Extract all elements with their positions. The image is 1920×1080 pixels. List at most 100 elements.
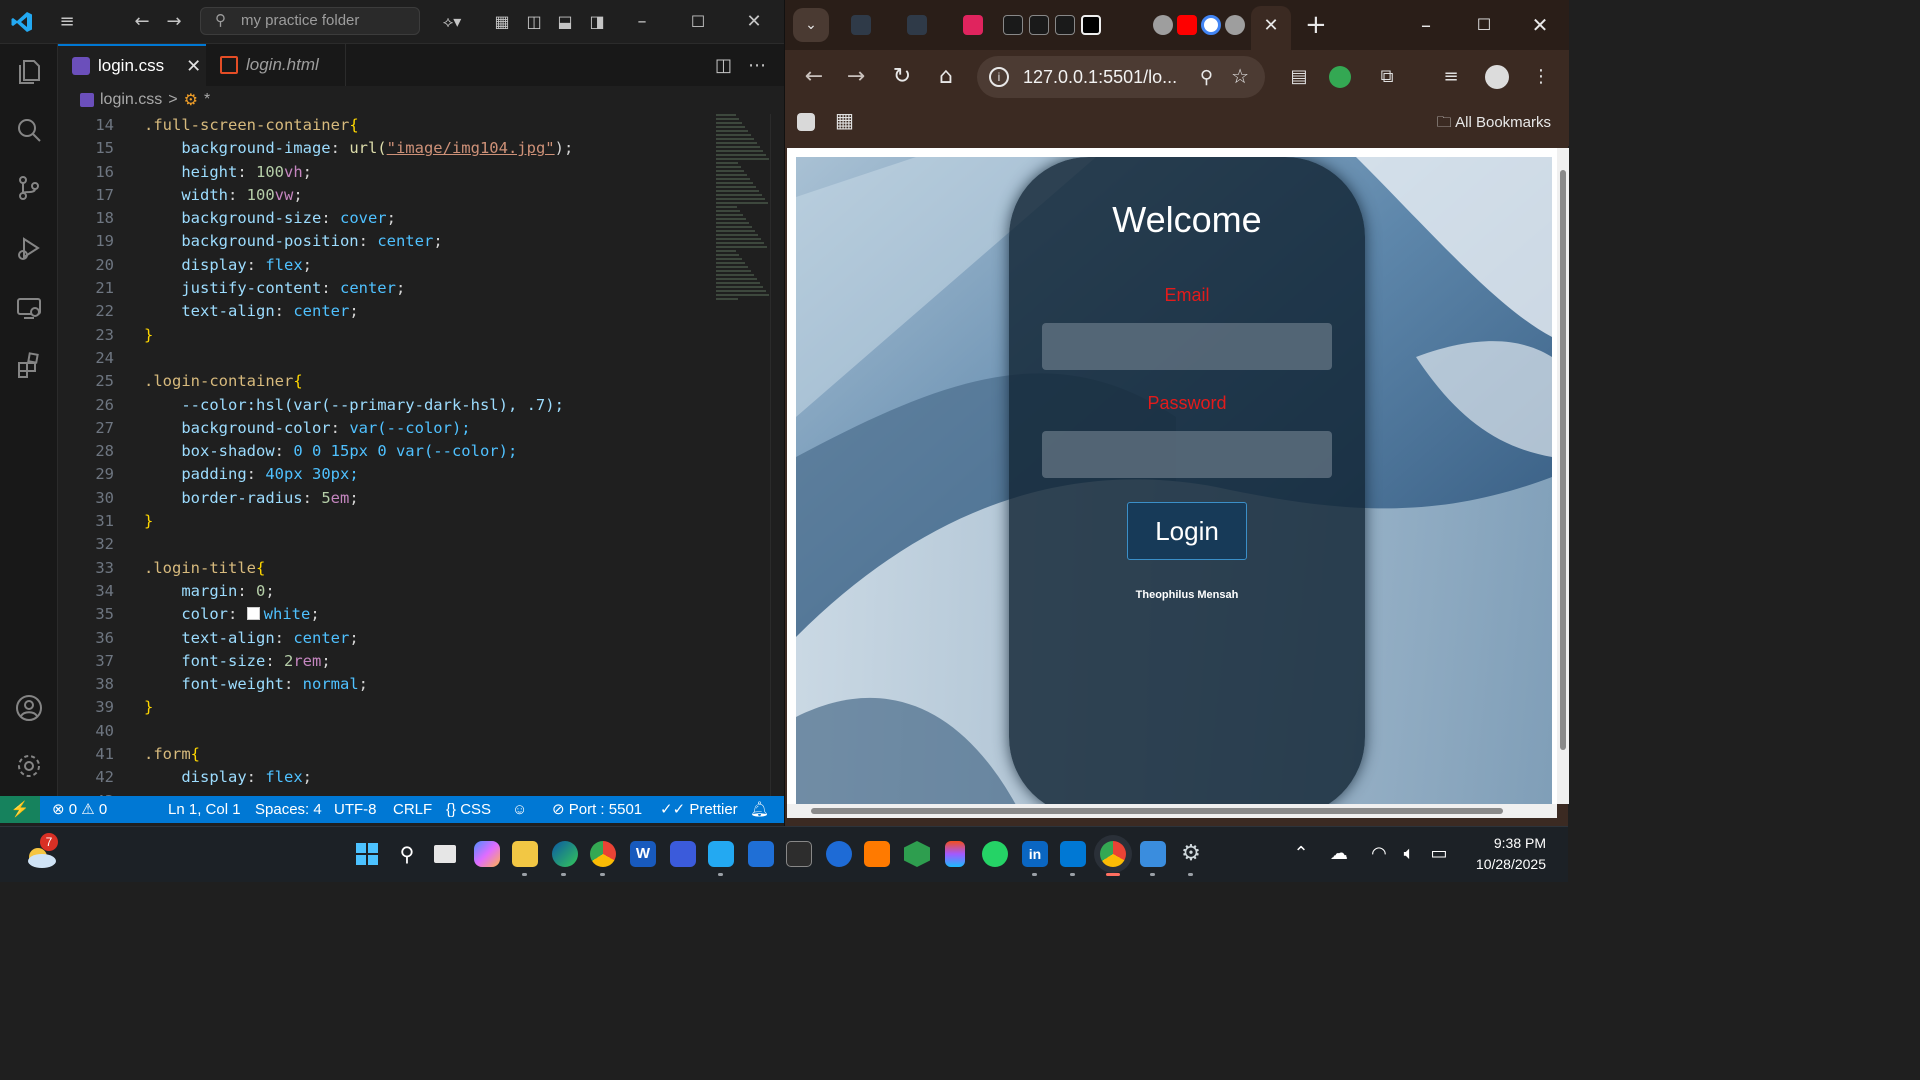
code-line[interactable]: box-shadow: 0 0 15px 0 var(--color); bbox=[144, 440, 573, 463]
task-view-icon[interactable] bbox=[434, 845, 456, 863]
copilot-status-icon[interactable]: ☺ bbox=[512, 796, 527, 823]
page-horizontal-scrollbar[interactable] bbox=[787, 804, 1557, 818]
app-icon[interactable] bbox=[1060, 841, 1086, 867]
tab-groups-icon[interactable] bbox=[797, 113, 815, 131]
code-line[interactable] bbox=[144, 347, 573, 370]
app-icon[interactable] bbox=[826, 841, 852, 867]
code-line[interactable]: font-size: 2rem; bbox=[144, 650, 573, 673]
remote-explorer-icon[interactable] bbox=[0, 284, 58, 332]
volume-icon[interactable]: 🔈︎ bbox=[1396, 841, 1422, 867]
maximize-icon[interactable]: ☐ bbox=[1469, 10, 1499, 40]
code-line[interactable]: background-size: cover; bbox=[144, 207, 573, 230]
google-tab-icon[interactable] bbox=[1201, 15, 1221, 35]
sublime-icon[interactable] bbox=[864, 841, 890, 867]
code-line[interactable]: .form{ bbox=[144, 743, 573, 766]
tab-favicon[interactable] bbox=[1029, 15, 1049, 35]
tab-favicon[interactable] bbox=[907, 15, 927, 35]
youtube-tab-icon[interactable] bbox=[1177, 15, 1197, 35]
layout-icon[interactable]: ▦ bbox=[490, 0, 514, 44]
code-lines[interactable]: .full-screen-container{ background-image… bbox=[144, 114, 573, 796]
email-input[interactable] bbox=[1042, 323, 1332, 370]
indentation[interactable]: Spaces: 4 bbox=[255, 796, 322, 823]
login-button[interactable]: Login bbox=[1127, 502, 1247, 560]
encoding[interactable]: UTF-8 bbox=[334, 796, 377, 823]
code-line[interactable]: justify-content: center; bbox=[144, 277, 573, 300]
notifications-bell-icon[interactable]: 🔔︎ bbox=[750, 796, 769, 823]
color-swatch[interactable] bbox=[246, 607, 260, 621]
close-window-icon[interactable]: ✕ bbox=[742, 0, 766, 44]
code-line[interactable]: display: flex; bbox=[144, 766, 573, 789]
edge-icon[interactable] bbox=[552, 841, 578, 867]
home-icon[interactable]: ⌂ bbox=[931, 62, 961, 92]
shield-app-icon[interactable] bbox=[670, 841, 696, 867]
code-line[interactable]: .login-title{ bbox=[144, 557, 573, 580]
settings-gear-icon[interactable]: ⚙ bbox=[1178, 841, 1204, 867]
code-line[interactable]: background-image: url("image/img104.jpg"… bbox=[144, 137, 573, 160]
copilot-icon[interactable] bbox=[474, 841, 500, 867]
toggle-sidebar-icon[interactable]: ◫ bbox=[522, 0, 546, 44]
code-line[interactable]: border-radius: 5em; bbox=[144, 487, 573, 510]
code-line[interactable]: width: 100vw; bbox=[144, 184, 573, 207]
split-editor-icon[interactable]: ◫ bbox=[715, 55, 732, 76]
code-line[interactable]: margin: 0; bbox=[144, 580, 573, 603]
code-line[interactable]: .full-screen-container{ bbox=[144, 114, 573, 137]
menu-icon[interactable]: ≡ bbox=[54, 0, 80, 44]
copilot-icon[interactable]: ⟡▾ bbox=[434, 0, 470, 44]
code-line[interactable]: } bbox=[144, 324, 573, 347]
breadcrumb-file[interactable]: login.css bbox=[100, 91, 162, 109]
maximize-icon[interactable]: ☐ bbox=[686, 0, 710, 44]
file-explorer-icon[interactable] bbox=[512, 841, 538, 867]
search-view-icon[interactable] bbox=[0, 106, 58, 154]
figma-icon[interactable] bbox=[945, 841, 965, 867]
globe-tab-icon[interactable] bbox=[1225, 15, 1245, 35]
code-line[interactable]: padding: 40px 30px; bbox=[144, 463, 573, 486]
code-line[interactable]: text-align: center; bbox=[144, 300, 573, 323]
chrome-icon[interactable] bbox=[590, 841, 616, 867]
back-arrow-icon[interactable]: ← bbox=[799, 62, 829, 92]
onedrive-icon[interactable]: ☁ bbox=[1326, 841, 1352, 867]
bookmark-star-icon[interactable]: ☆ bbox=[1231, 56, 1249, 98]
code-line[interactable]: display: flex; bbox=[144, 254, 573, 277]
settings-gear-icon[interactable] bbox=[0, 742, 58, 790]
close-window-icon[interactable]: ✕ bbox=[1525, 10, 1555, 40]
site-info-icon[interactable]: i bbox=[989, 67, 1009, 87]
code-line[interactable]: background-color: var(--color); bbox=[144, 417, 573, 440]
more-actions-icon[interactable]: ⋯ bbox=[748, 55, 766, 76]
show-hidden-icons-icon[interactable]: ⌃ bbox=[1288, 841, 1314, 867]
word-icon[interactable]: W bbox=[630, 841, 656, 867]
code-line[interactable]: } bbox=[144, 696, 573, 719]
explorer-icon[interactable] bbox=[0, 48, 58, 96]
command-center-search[interactable]: ⚲ my practice folder bbox=[200, 7, 420, 35]
problems-indicator[interactable]: ⊗ 0 ⚠ 0 bbox=[52, 796, 107, 823]
toggle-panel-icon[interactable]: ⬓ bbox=[553, 0, 577, 44]
store-icon[interactable] bbox=[748, 841, 774, 867]
profile-avatar[interactable] bbox=[1485, 65, 1509, 89]
breadcrumb-symbol[interactable]: * bbox=[204, 91, 210, 109]
code-line[interactable]: --color:hsl(var(--primary-dark-hsl), .7)… bbox=[144, 394, 573, 417]
password-input[interactable] bbox=[1042, 431, 1332, 478]
minimap[interactable] bbox=[716, 114, 770, 314]
linkedin-icon[interactable]: in bbox=[1022, 841, 1048, 867]
tab-favicon[interactable] bbox=[1055, 15, 1075, 35]
tab-favicon[interactable] bbox=[851, 15, 871, 35]
media-controls-icon[interactable]: ≡ bbox=[1437, 63, 1465, 91]
minimize-icon[interactable]: – bbox=[1411, 10, 1441, 40]
run-debug-icon[interactable] bbox=[0, 224, 58, 272]
code-line[interactable]: } bbox=[144, 510, 573, 533]
editor-scrollbar[interactable] bbox=[770, 114, 784, 796]
cursor-position[interactable]: Ln 1, Col 1 bbox=[168, 796, 241, 823]
code-line[interactable]: height: 100vh; bbox=[144, 161, 573, 184]
extensions-icon[interactable] bbox=[0, 342, 58, 390]
chrome-menu-icon[interactable]: ⋮ bbox=[1527, 63, 1555, 91]
prettier-status[interactable]: ✓✓ Prettier bbox=[660, 796, 738, 823]
language-mode[interactable]: {} CSS bbox=[446, 796, 491, 823]
tab-favicon[interactable] bbox=[963, 15, 983, 35]
vscode-icon[interactable] bbox=[708, 841, 734, 867]
end-of-line[interactable]: CRLF bbox=[393, 796, 432, 823]
toggle-secondary-sidebar-icon[interactable]: ◨ bbox=[585, 0, 609, 44]
code-line[interactable] bbox=[144, 720, 573, 743]
live-server-port[interactable]: ⊘ Port : 5501 bbox=[552, 796, 642, 823]
whatsapp-icon[interactable] bbox=[982, 841, 1008, 867]
code-line[interactable] bbox=[144, 533, 573, 556]
reload-icon[interactable]: ↻ bbox=[887, 62, 917, 92]
